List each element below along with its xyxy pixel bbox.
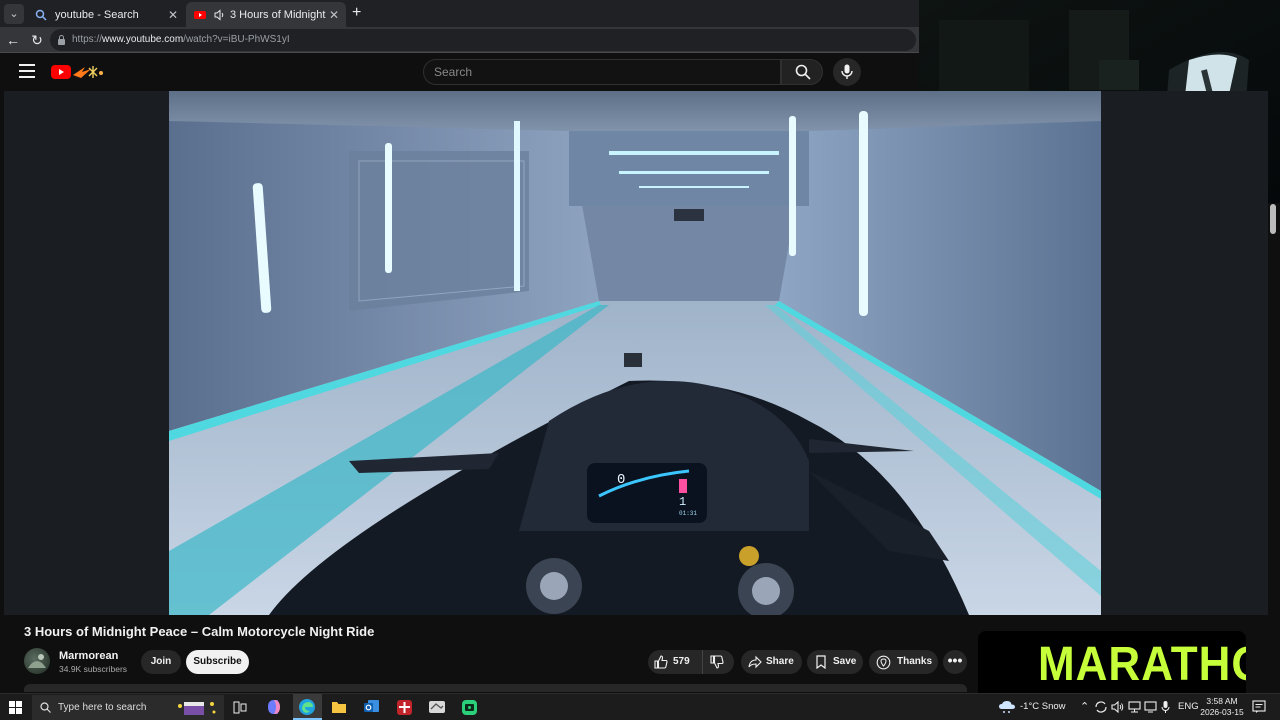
thanks-label: Thanks (897, 656, 933, 667)
display-icon[interactable] (1144, 701, 1157, 713)
dislike-button[interactable] (702, 650, 734, 674)
share-icon (748, 655, 762, 669)
clock-time: 3:58 AM (1206, 696, 1238, 706)
youtube-logo[interactable] (51, 63, 109, 81)
search-input[interactable]: Search (423, 59, 781, 85)
scrollbar-thumb[interactable] (1270, 204, 1276, 234)
notifications-icon[interactable] (1252, 700, 1266, 714)
edge-icon (299, 699, 315, 715)
menu-icon[interactable] (19, 64, 35, 78)
task-view-icon[interactable] (233, 701, 247, 714)
weather-text[interactable]: -1°C Snow (1020, 694, 1066, 720)
screen: ⌄ youtube - Search ✕ 3 Hours of Midnight… (0, 0, 1280, 720)
tab-title: 3 Hours of Midnight Peace – C (230, 8, 326, 21)
thanks-button[interactable]: Thanks (869, 650, 938, 674)
search-icon (40, 702, 51, 713)
channel-name[interactable]: Marmorean (59, 650, 118, 662)
youtube-header: Search (0, 53, 920, 91)
video-frame-image: 0 1 01:31 (169, 91, 1101, 615)
save-label: Save (833, 656, 857, 667)
share-label: Share (766, 656, 794, 667)
url-scheme: https:// (72, 34, 103, 45)
back-arrow-icon[interactable]: ← (4, 31, 22, 49)
microphone-icon (841, 64, 853, 79)
sync-icon[interactable] (1094, 701, 1108, 713)
page-scrollbar[interactable] (1268, 203, 1280, 693)
ad-logo-text: MARATHON (1038, 637, 1246, 691)
tab-list-button[interactable]: ⌄ (4, 4, 24, 24)
youtube-favicon-icon (194, 10, 206, 19)
dashboard-speed: 0 (617, 472, 625, 488)
copilot-icon[interactable] (265, 698, 283, 716)
super-thanks-icon (876, 655, 891, 670)
subscriber-count: 34.9K subscribers (59, 664, 128, 674)
search-button[interactable] (781, 59, 823, 85)
reload-icon[interactable]: ↻ (28, 31, 46, 49)
thumbs-down-icon (710, 655, 724, 669)
channel-avatar[interactable] (24, 648, 50, 674)
like-count: 579 (673, 656, 690, 667)
close-tab-icon[interactable]: ✕ (165, 8, 181, 22)
search-highlight-icon (178, 702, 216, 715)
microphone-icon[interactable] (1161, 700, 1170, 714)
file-explorer-icon[interactable] (331, 700, 347, 714)
thumbs-up-icon (654, 655, 668, 669)
subscribe-button[interactable]: Subscribe (186, 650, 249, 674)
tab-youtube-search[interactable]: youtube - Search ✕ (27, 2, 185, 27)
weather-snow-icon[interactable] (998, 700, 1016, 714)
search-icon (795, 64, 811, 80)
search-icon (35, 9, 47, 21)
close-tab-icon[interactable]: ✕ (326, 8, 342, 22)
avatar-image (28, 654, 46, 668)
speaker-icon[interactable] (214, 8, 226, 21)
like-button[interactable]: 579 (648, 650, 700, 674)
dashboard-time: 01:31 (679, 510, 697, 517)
windows-start-icon[interactable] (9, 701, 22, 714)
network-icon[interactable] (1128, 701, 1141, 713)
system-clock[interactable]: 3:58 AM 2026-03-15 (1196, 696, 1248, 718)
join-button[interactable]: Join (141, 650, 181, 674)
bookmark-icon (816, 655, 826, 669)
volume-icon[interactable] (1111, 701, 1124, 713)
share-button[interactable]: Share (741, 650, 802, 674)
dashboard-gear: 1 (679, 495, 686, 509)
obs-app-icon[interactable] (461, 699, 478, 716)
address-bar-row: ← ↻ https://www.youtube.com/watch?v=iBU-… (0, 27, 920, 53)
video-title: 3 Hours of Midnight Peace – Calm Motorcy… (24, 624, 375, 639)
taskbar-search-placeholder: Type here to search (58, 702, 147, 713)
game-app-icon[interactable] (428, 699, 446, 715)
show-hidden-icons-chevron-icon[interactable]: ⌃ (1080, 694, 1089, 720)
windows-taskbar: Type here to search -1°C Snow ⌃ ENG 3:58… (0, 693, 1280, 720)
url-path: /watch?v=iBU-PhWS1yI (183, 34, 290, 45)
ad-banner[interactable]: MARATHON (978, 631, 1246, 693)
save-button[interactable]: Save (807, 650, 863, 674)
lock-icon (58, 35, 65, 45)
like-dislike-group: 579 (648, 650, 734, 674)
more-actions-button[interactable]: ••• (943, 650, 967, 674)
tab-title: youtube - Search (55, 8, 139, 21)
outlook-icon[interactable] (363, 699, 380, 715)
voice-search-button[interactable] (833, 58, 861, 86)
description-box[interactable] (24, 684, 967, 692)
url-field[interactable]: https://www.youtube.com/watch?v=iBU-PhWS… (50, 29, 916, 51)
taskbar-edge-active[interactable] (293, 694, 322, 720)
tab-youtube-video[interactable]: 3 Hours of Midnight Peace – C ✕ (186, 2, 346, 27)
gift-app-icon[interactable] (396, 699, 413, 716)
url-host: www.youtube.com (102, 34, 184, 45)
video-player[interactable]: 0 1 01:31 (169, 91, 1101, 615)
new-tab-button[interactable]: + (352, 4, 361, 22)
clock-date: 2026-03-15 (1200, 707, 1244, 717)
